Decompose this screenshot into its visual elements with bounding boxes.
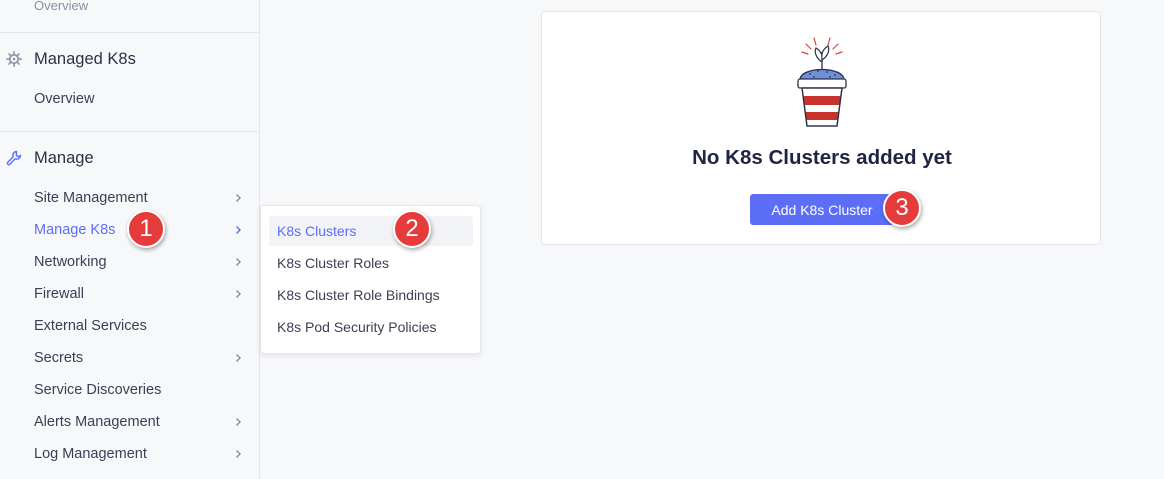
section-title: Managed K8s [34, 49, 136, 68]
sidebar-item-label: Networking [34, 254, 107, 270]
sidebar-divider [0, 131, 259, 132]
submenu-item-k8s-cluster-role-bindings[interactable]: K8s Cluster Role Bindings [269, 280, 473, 310]
chevron-right-icon [236, 354, 241, 362]
submenu-item-k8s-cluster-roles[interactable]: K8s Cluster Roles [269, 248, 473, 278]
sidebar-item-overview[interactable]: Overview [0, 85, 259, 113]
empty-state-title: No K8s Clusters added yet [692, 146, 952, 169]
step-badge-1: 1 [127, 210, 165, 248]
wrench-icon [6, 150, 22, 166]
sidebar-item-label: Overview [34, 91, 95, 107]
submenu-item-label: K8s Clusters [277, 223, 357, 239]
plant-pot-illustration [797, 37, 847, 127]
sidebar-item-label: External Services [34, 318, 147, 334]
sidebar-item-alerts-management[interactable]: Alerts Management [0, 408, 259, 436]
step-badge-3: 3 [883, 189, 921, 227]
sidebar-item-label: Secrets [34, 350, 84, 366]
sidebar-item-external-services[interactable]: External Services [0, 312, 259, 340]
helm-wheel-icon [6, 51, 22, 67]
submenu-item-k8s-clusters[interactable]: K8s Clusters [269, 216, 473, 246]
chevron-right-icon [236, 226, 241, 234]
section-title: Manage [34, 148, 94, 167]
sidebar-item-label: Firewall [34, 286, 84, 302]
submenu-item-label: K8s Pod Security Policies [277, 319, 437, 335]
sidebar-divider [0, 32, 259, 33]
sidebar-item-secrets[interactable]: Secrets [0, 344, 259, 372]
chevron-right-icon [236, 258, 241, 266]
sidebar-item-log-management[interactable]: Log Management [0, 440, 259, 468]
submenu-item-k8s-pod-security-policies[interactable]: K8s Pod Security Policies [269, 312, 473, 342]
chevron-right-icon [236, 418, 241, 426]
section-manage: Manage [0, 144, 259, 172]
empty-state-card: No K8s Clusters added yet Add K8s Cluste… [541, 11, 1101, 245]
step-badge-2: 2 [393, 210, 431, 248]
sidebar-item-label: Manage K8s [34, 222, 116, 238]
sidebar-item-label: Log Management [34, 446, 147, 462]
sidebar-item-service-discoveries[interactable]: Service Discoveries [0, 376, 259, 404]
chevron-right-icon [236, 290, 241, 298]
section-managed-k8s: Managed K8s [0, 45, 259, 73]
sidebar-item-networking[interactable]: Networking [0, 248, 259, 276]
manage-k8s-submenu: K8s Clusters K8s Cluster Roles K8s Clust… [260, 205, 481, 354]
sidebar-item-site-management[interactable]: Site Management [0, 184, 259, 212]
chevron-right-icon [236, 194, 241, 202]
sidebar-item-overview-top[interactable]: Overview [34, 0, 88, 13]
submenu-item-label: K8s Cluster Roles [277, 255, 390, 271]
sidebar-item-label: Alerts Management [34, 414, 160, 430]
sidebar-item-label: Service Discoveries [34, 382, 162, 398]
sidebar-item-firewall[interactable]: Firewall [0, 280, 259, 308]
chevron-right-icon [236, 450, 241, 458]
submenu-item-label: K8s Cluster Role Bindings [277, 287, 440, 303]
sidebar-item-label: Site Management [34, 190, 148, 206]
add-k8s-cluster-button[interactable]: Add K8s Cluster [750, 194, 894, 225]
